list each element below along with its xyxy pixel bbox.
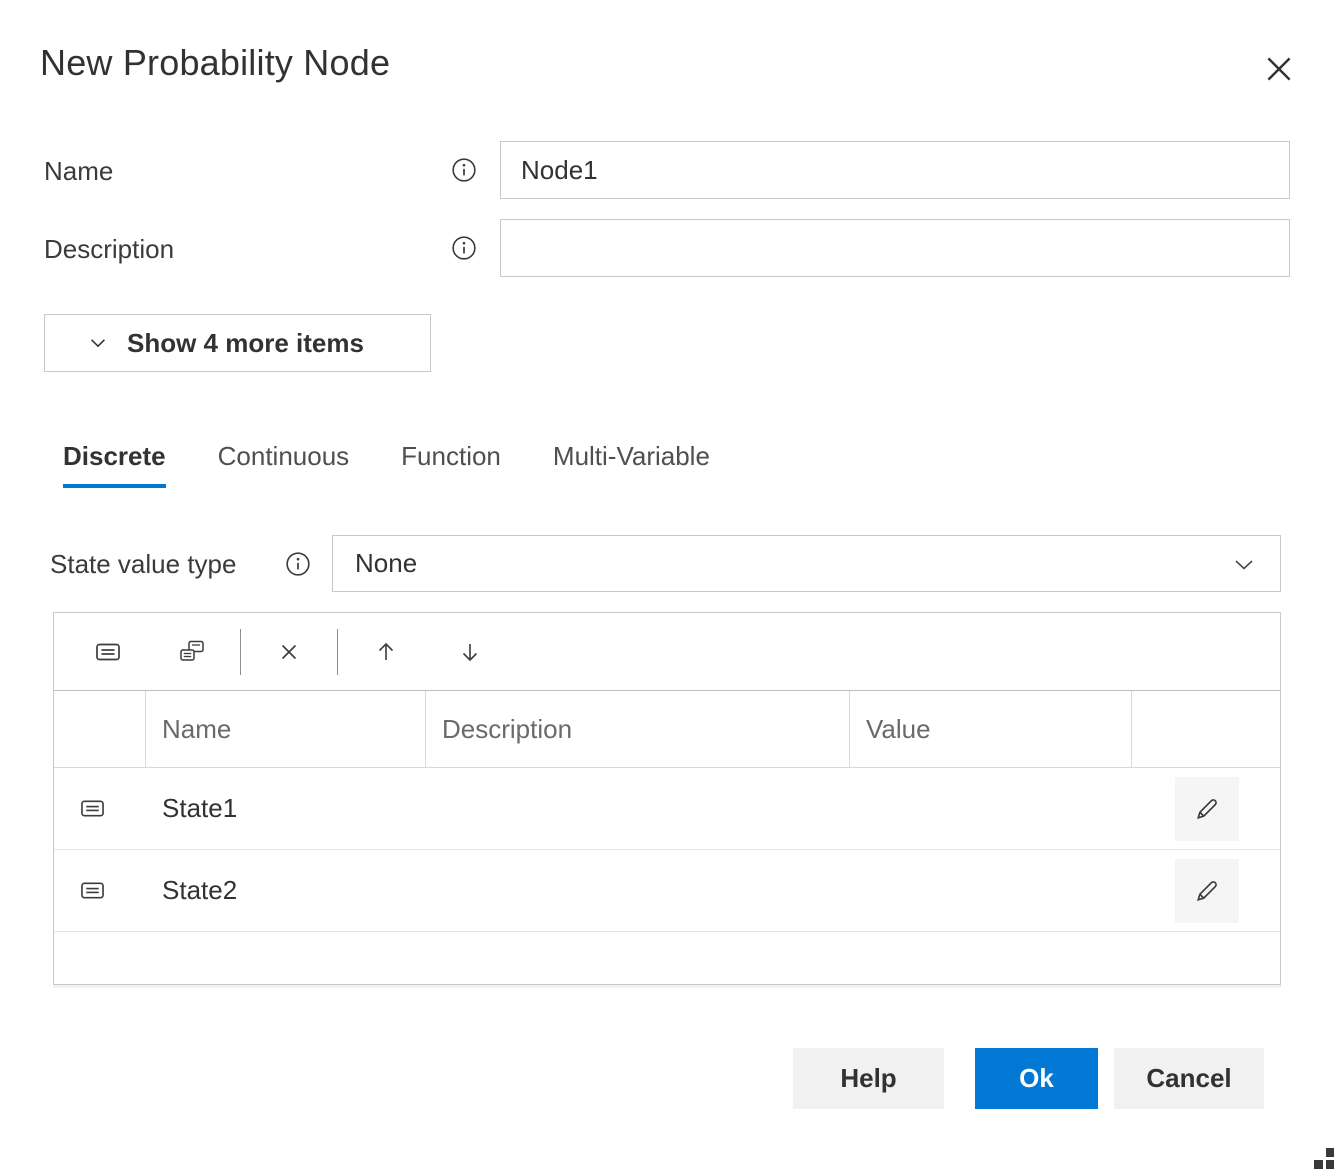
cancel-button[interactable]: Cancel [1114,1048,1264,1109]
close-button[interactable] [1251,41,1307,97]
copy-state-icon [178,639,206,665]
chevron-down-icon [1230,552,1258,576]
delete-state-icon [277,640,301,664]
help-button[interactable]: Help [793,1048,944,1109]
column-header-actions [1132,691,1282,767]
description-label: Description [44,234,174,265]
tab-function[interactable]: Function [401,441,501,488]
copy-state-button[interactable] [150,624,234,680]
state-card-icon [79,879,106,902]
move-down-icon [458,639,482,665]
description-info-icon[interactable] [451,235,477,261]
move-down-button[interactable] [428,624,512,680]
move-up-icon [374,639,398,665]
state-value-type-info-icon[interactable] [285,551,311,577]
state-name: State2 [146,875,426,906]
empty-state-row [54,932,1280,984]
pencil-icon [1192,794,1222,824]
column-header-description: Description [426,691,850,767]
state-value-type-dropdown[interactable]: None [332,535,1281,592]
states-table-header: Name Description Value [54,690,1280,768]
delete-state-button[interactable] [247,624,331,680]
show-more-items-button[interactable]: Show 4 more items [44,314,431,372]
state-row-2[interactable]: State2 [54,850,1280,932]
show-more-items-label: Show 4 more items [127,328,364,359]
name-label: Name [44,156,113,187]
tab-multi-variable[interactable]: Multi-Variable [553,441,710,488]
chevron-down-icon [87,332,109,354]
toolbar-separator [240,629,241,675]
state-row-1[interactable]: State1 [54,768,1280,850]
edit-state-button[interactable] [1175,859,1239,923]
add-state-button[interactable] [66,624,150,680]
add-state-icon [94,640,122,664]
state-value-type-value: None [355,548,417,579]
tab-bar: Discrete Continuous Function Multi-Varia… [63,441,710,488]
column-header-name: Name [146,691,426,767]
name-info-icon[interactable] [451,157,477,183]
resize-grip[interactable] [1302,1148,1334,1172]
tab-discrete[interactable]: Discrete [63,441,166,488]
state-value-type-label: State value type [50,549,236,580]
states-table: Name Description Value State1 [53,612,1281,985]
description-input[interactable] [500,219,1290,277]
ok-button[interactable]: Ok [975,1048,1098,1109]
dialog-title: New Probability Node [40,42,390,84]
tab-continuous[interactable]: Continuous [218,441,350,488]
move-up-button[interactable] [344,624,428,680]
state-card-icon [79,797,106,820]
close-icon [1262,52,1296,86]
edit-state-button[interactable] [1175,777,1239,841]
state-name: State1 [146,793,426,824]
pencil-icon [1192,876,1222,906]
column-header-selector [54,691,146,767]
name-input[interactable] [500,141,1290,199]
new-probability-node-dialog: New Probability Node Name Description Sh… [0,0,1334,1172]
column-header-value: Value [850,691,1132,767]
toolbar-separator [337,629,338,675]
states-toolbar [54,613,1280,690]
